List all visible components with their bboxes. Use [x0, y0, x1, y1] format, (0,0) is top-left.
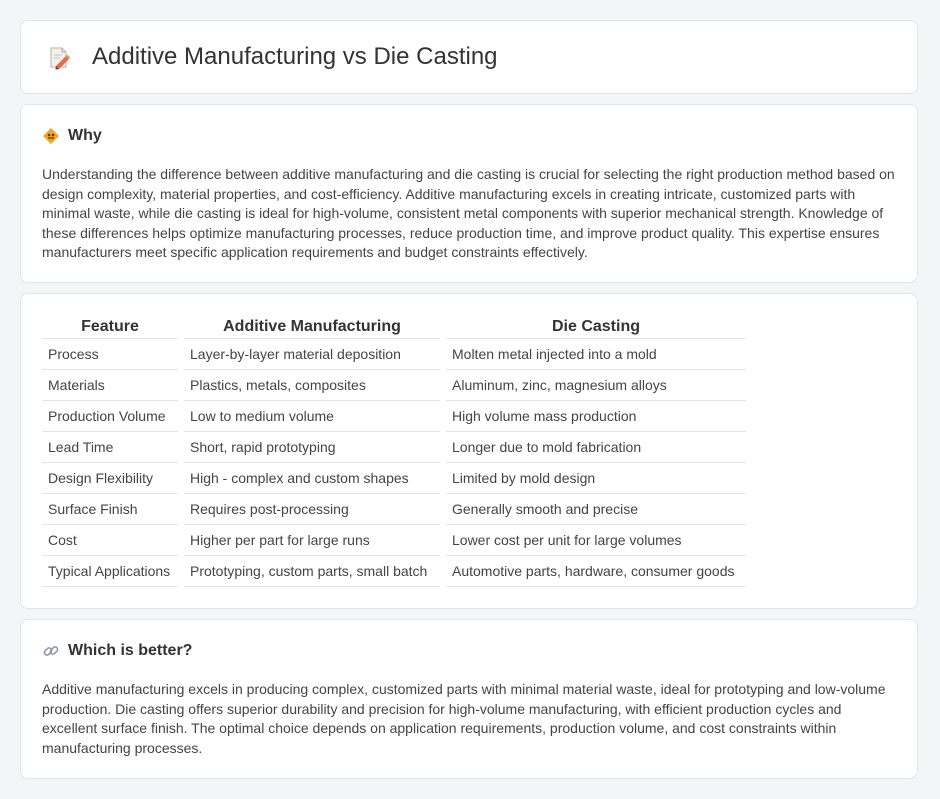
table-row: Design Flexibility High - complex and cus… [42, 463, 746, 494]
column-header: Feature [42, 316, 178, 339]
additive-cell: Higher per part for large runs [184, 525, 440, 556]
comparison-table: Feature Additive Manufacturing Die Casti… [36, 316, 752, 587]
why-header: Why [42, 127, 102, 145]
feature-cell: Lead Time [42, 432, 178, 463]
table-row: Lead Time Short, rapid prototyping Longer … [42, 432, 746, 463]
additive-cell: Short, rapid prototyping [184, 432, 440, 463]
table-row: Cost Higher per part for large runs Lower … [42, 525, 746, 556]
additive-cell: Requires post-processing [184, 494, 440, 525]
table-row: Typical Applications Prototyping, custom … [42, 556, 746, 587]
table-row: Materials Plastics, metals, composites Alu… [42, 370, 746, 401]
why-heading: Why [68, 127, 102, 144]
die-casting-cell: Longer due to mold fabrication [446, 432, 746, 463]
additive-cell: Prototyping, custom parts, small batch [184, 556, 440, 587]
why-paragraph: Understanding the difference between add… [42, 166, 895, 261]
die-casting-cell: Generally smooth and precise [446, 494, 746, 525]
better-heading: Which is better? [68, 642, 193, 659]
title-card: Additive Manufacturing vs Die Casting [20, 20, 918, 94]
document-pencil-icon [47, 46, 71, 70]
die-casting-cell: Limited by mold design [446, 463, 746, 494]
die-casting-cell: Automotive parts, hardware, consumer goo… [446, 556, 746, 587]
why-section: Why Understanding the difference between… [20, 104, 918, 283]
table-row: Production Volume Low to medium volume Hig… [42, 401, 746, 432]
additive-cell: Layer-by-layer material deposition [184, 339, 440, 370]
die-casting-cell: Molten metal injected into a mold [446, 339, 746, 370]
die-casting-cell: Aluminum, zinc, magnesium alloys [446, 370, 746, 401]
feature-cell: Materials [42, 370, 178, 401]
table-row: Surface Finish Requires post-processing Ge… [42, 494, 746, 525]
which-is-better-section: Which is better? Additive manufacturing … [20, 619, 918, 779]
table-row: Process Layer-by-layer material depositio… [42, 339, 746, 370]
better-header: Which is better? [42, 642, 192, 660]
additive-cell: Plastics, metals, composites [184, 370, 440, 401]
feature-cell: Cost [42, 525, 178, 556]
feature-cell: Production Volume [42, 401, 178, 432]
feature-cell: Process [42, 339, 178, 370]
page-title: Additive Manufacturing vs Die Casting [92, 43, 498, 70]
table-header-row: Feature Additive Manufacturing Die Casti… [42, 316, 746, 339]
feature-cell: Typical Applications [42, 556, 178, 587]
additive-cell: Low to medium volume [184, 401, 440, 432]
link-icon [42, 642, 60, 660]
additive-cell: High - complex and custom shapes [184, 463, 440, 494]
die-casting-cell: Lower cost per unit for large volumes [446, 525, 746, 556]
feature-cell: Surface Finish [42, 494, 178, 525]
diamond-sign-icon [42, 127, 60, 145]
better-paragraph: Additive manufacturing excels in produci… [42, 681, 886, 756]
column-header: Additive Manufacturing [184, 316, 440, 339]
die-casting-cell: High volume mass production [446, 401, 746, 432]
column-header: Die Casting [446, 316, 746, 339]
feature-cell: Design Flexibility [42, 463, 178, 494]
comparison-section: Feature Additive Manufacturing Die Casti… [20, 293, 918, 609]
